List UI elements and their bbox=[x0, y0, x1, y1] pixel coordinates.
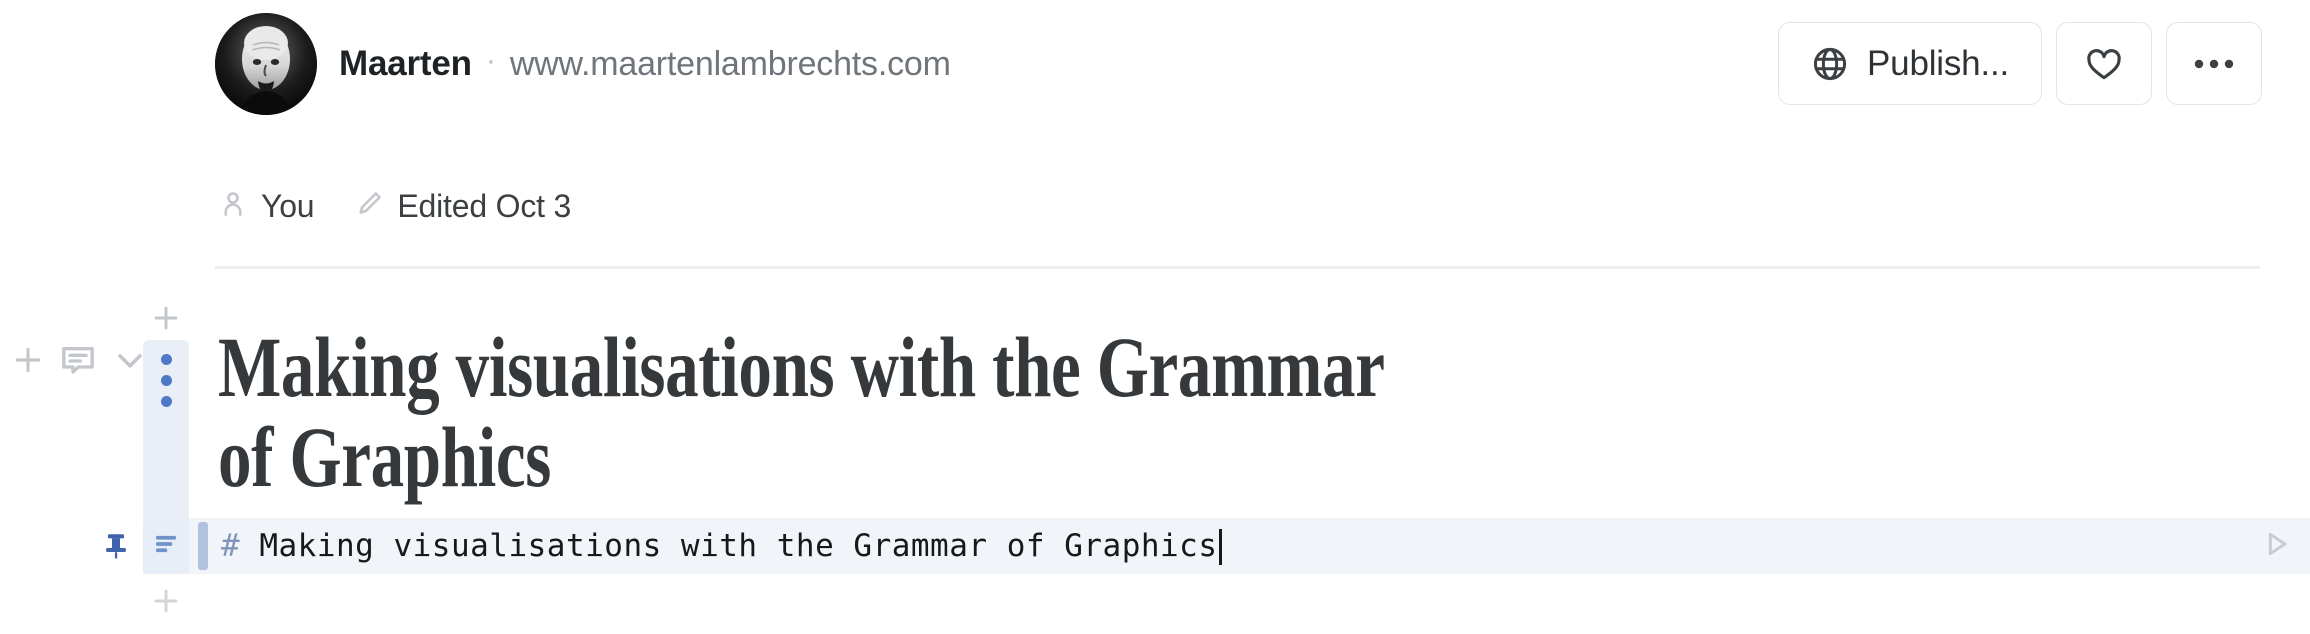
top-actions: Publish... bbox=[1778, 22, 2262, 105]
author-block: Maarten · www.maartenlambrechts.com bbox=[215, 12, 951, 116]
page-title[interactable]: Making visualisations with the Grammar o… bbox=[218, 322, 1388, 503]
code-line-accent-bar bbox=[198, 522, 208, 570]
pencil-icon bbox=[354, 189, 384, 224]
author-site-url: www.maartenlambrechts.com bbox=[509, 44, 951, 83]
more-options-button[interactable] bbox=[2166, 22, 2262, 105]
author-separator: · bbox=[485, 44, 496, 77]
comment-icon[interactable] bbox=[58, 340, 98, 380]
meta-owner-label: You bbox=[261, 187, 315, 224]
user-avatar-photo bbox=[215, 13, 317, 115]
publish-button[interactable]: Publish... bbox=[1778, 22, 2042, 105]
avatar[interactable] bbox=[215, 13, 317, 115]
text-cursor bbox=[1218, 529, 1222, 565]
person-icon bbox=[218, 189, 248, 224]
add-block-above-button[interactable] bbox=[143, 295, 189, 341]
top-bar: Maarten · www.maartenlambrechts.com Publ… bbox=[0, 0, 2310, 130]
add-block-below-button[interactable] bbox=[143, 578, 189, 624]
heart-icon bbox=[2084, 44, 2124, 84]
meta-edited-label: Edited Oct 3 bbox=[397, 187, 572, 224]
pin-icon[interactable] bbox=[96, 524, 136, 568]
code-line-gutter[interactable] bbox=[143, 518, 189, 574]
globe-icon bbox=[1811, 45, 1849, 83]
markdown-source-row: # Making visualisations with the Grammar… bbox=[96, 518, 2310, 574]
play-icon bbox=[2259, 527, 2293, 566]
markdown-source-text[interactable]: # Making visualisations with the Grammar… bbox=[221, 518, 1222, 574]
add-block-button[interactable] bbox=[10, 342, 46, 378]
publish-button-label: Publish... bbox=[1867, 43, 2009, 83]
block-drag-handle[interactable] bbox=[143, 340, 189, 534]
author-name: Maarten bbox=[339, 44, 472, 83]
meta-edited: Edited Oct 3 bbox=[354, 188, 571, 225]
ellipsis-icon bbox=[2193, 57, 2235, 71]
header-divider bbox=[215, 266, 2260, 269]
run-cell-button[interactable] bbox=[2256, 526, 2296, 566]
favorite-button[interactable] bbox=[2056, 22, 2152, 105]
markdown-source-value: Making visualisations with the Grammar o… bbox=[240, 528, 1218, 564]
markdown-hash-token: # bbox=[221, 528, 241, 564]
meta-owner: You bbox=[218, 187, 315, 225]
paragraph-lines-icon bbox=[151, 529, 181, 564]
document-meta: You Edited Oct 3 bbox=[218, 182, 571, 230]
vertical-dots-icon bbox=[143, 354, 189, 407]
block-gutter-controls bbox=[10, 340, 150, 380]
